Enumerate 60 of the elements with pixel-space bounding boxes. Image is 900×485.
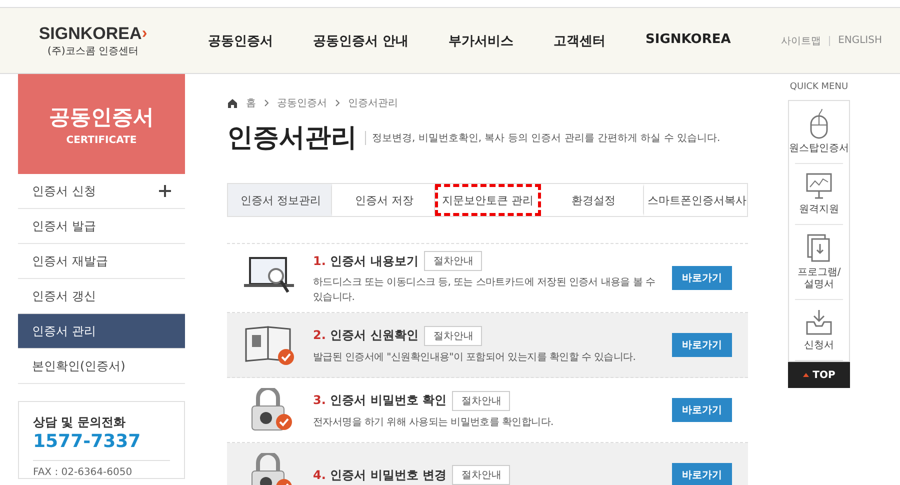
- contact-title: 상담 및 문의전화: [33, 414, 126, 431]
- inbox-download-icon: [804, 308, 834, 336]
- logo[interactable]: SIGNKOREA›: [38, 24, 148, 44]
- tab[interactable]: 지문보안토큰 관리: [435, 184, 541, 216]
- service-description: 하드디스크 또는 이동디스크 등, 또는 스마트카드에 저장된 인증서 내용을 볼 수 있습니다.: [313, 276, 656, 305]
- sidebar-item-label: 인증서 갱신: [32, 288, 96, 304]
- nav-link[interactable]: 공동인증서: [188, 32, 293, 50]
- tab[interactable]: 인증서 정보관리: [228, 184, 332, 216]
- nav-link[interactable]: 공동인증서 안내: [293, 32, 429, 50]
- go-button[interactable]: 바로가기: [672, 398, 732, 422]
- chevron-icon: [264, 99, 269, 107]
- sidebar-item[interactable]: 인증서 발급: [18, 209, 185, 244]
- section-subtitle: CERTIFICATE: [66, 134, 137, 146]
- service-title: 3. 인증서 비밀번호 확인: [313, 392, 446, 409]
- guide-button[interactable]: 절차안내: [424, 326, 482, 346]
- chevron-icon: [335, 99, 340, 107]
- sidebar-item-label: 본인확인(인증서): [32, 358, 126, 374]
- breadcrumb-link[interactable]: 홈: [246, 96, 256, 110]
- phone-number: 1577-7337: [33, 431, 142, 452]
- go-button[interactable]: 바로가기: [672, 463, 732, 485]
- go-button[interactable]: 바로가기: [672, 333, 732, 357]
- tab[interactable]: 인증서 저장: [332, 184, 436, 216]
- monitor-chart-icon: [805, 172, 833, 200]
- breadcrumb-link[interactable]: 공동인증서: [277, 96, 327, 110]
- home-icon[interactable]: [227, 98, 238, 108]
- sidebar-item-label: 인증서 관리: [32, 322, 96, 340]
- sidebar-item-label: 인증서 재발급: [32, 252, 108, 270]
- mouse-icon: [808, 109, 830, 139]
- sidebar-item-label: 인증서 신청: [32, 182, 96, 200]
- page-description: 정보변경, 비밀번호확인, 복사 등의 인증서 관리를 간편하게 하실 수 있습니다.: [365, 130, 720, 144]
- quick-menu-link[interactable]: 원격지원: [799, 204, 839, 216]
- nav-link[interactable]: SIGNKOREA: [626, 32, 751, 50]
- quick-menu-link[interactable]: 신청서: [804, 340, 834, 352]
- guide-button[interactable]: 절차안내: [452, 465, 510, 485]
- fax-number: FAX : 02-6364-6050: [33, 460, 170, 478]
- logo-subtitle: (주)코스콤 인증센터: [48, 44, 138, 58]
- service-title: 4. 인증서 비밀번호 변경: [313, 466, 446, 484]
- page-title: 인증서관리: [227, 122, 357, 155]
- go-button[interactable]: 바로가기: [672, 266, 732, 290]
- nav-link[interactable]: 부가서비스: [428, 32, 534, 50]
- document-download-icon: [806, 233, 832, 263]
- service-title: 2. 인증서 신원확인: [313, 327, 418, 344]
- top-button[interactable]: TOP: [788, 362, 850, 388]
- quick-menu-link[interactable]: 원스탑인증서: [789, 143, 849, 155]
- section-title: 공동인증서: [49, 104, 154, 130]
- service-description: 전자서명을 하기 위해 사용되는 비밀번호를 확인합니다.: [313, 416, 554, 430]
- breadcrumb-link[interactable]: 인증서관리: [348, 96, 398, 110]
- plus-icon[interactable]: [159, 185, 171, 197]
- guide-button[interactable]: 절차안내: [452, 390, 510, 410]
- sidebar-item[interactable]: 본인확인(인증서): [18, 349, 185, 384]
- service-title: 1. 인증서 내용보기: [313, 252, 418, 270]
- nav-link[interactable]: 고객센터: [534, 32, 626, 50]
- sidebar-item[interactable]: 인증서 신청: [18, 174, 185, 209]
- sidebar-item[interactable]: 인증서 재발급: [18, 244, 185, 279]
- quick-menu-title: QUICK MENU: [790, 82, 848, 92]
- service-description: 발급된 인증서에 "신원확인내용"이 포함되어 있는지를 확인할 수 있습니다.: [313, 350, 637, 364]
- sidebar-item[interactable]: 인증서 관리: [18, 314, 185, 349]
- sidebar-item-label: 인증서 발급: [32, 218, 96, 234]
- quick-menu-link[interactable]: 프로그램/설명서: [797, 267, 841, 291]
- guide-button[interactable]: 절차안내: [424, 251, 482, 271]
